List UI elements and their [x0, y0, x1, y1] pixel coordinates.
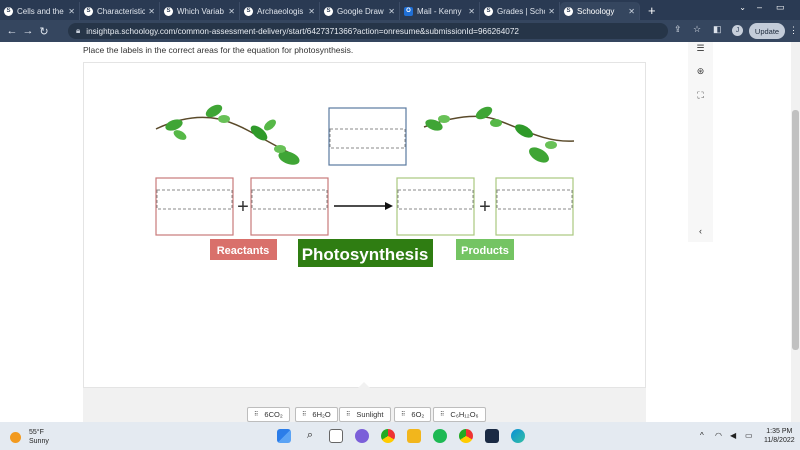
clock[interactable]: 1:35 PM 11/8/2022 [764, 427, 795, 445]
product-drop-zone-2[interactable] [495, 177, 574, 236]
vine-right-illustration [423, 106, 575, 163]
windows-start-icon[interactable] [277, 429, 291, 443]
drag-handle-icon[interactable]: ⠿ [440, 411, 444, 418]
plus-sign: + [237, 196, 249, 218]
teams-chat-icon[interactable] [355, 429, 369, 443]
drag-handle-icon[interactable]: ⠿ [401, 411, 405, 418]
notepad-icon[interactable]: ☰ [695, 43, 706, 54]
browser-tab[interactable]: S Archaeologis ✕ [240, 2, 320, 20]
weather-widget[interactable]: 55°F Sunny [10, 428, 49, 446]
browser-tab-active[interactable]: S Schoology ✕ [560, 2, 640, 20]
close-icon[interactable]: ✕ [148, 7, 155, 16]
tray-notch [358, 382, 370, 388]
answer-chip-sunlight[interactable]: ⠿ Sunlight [339, 407, 391, 422]
product-drop-zone-1[interactable] [396, 177, 475, 236]
scrollbar-thumb[interactable] [792, 110, 799, 350]
battery-icon[interactable]: ▭ [745, 431, 753, 440]
vine-left-illustration [155, 104, 300, 165]
chrome-icon[interactable] [381, 429, 395, 443]
close-icon[interactable]: ✕ [628, 7, 635, 16]
schoology-icon: S [564, 6, 573, 16]
schoology-icon: S [324, 6, 333, 16]
lock-icon: 🔒︎ [76, 26, 81, 35]
browser-tab[interactable]: S Characteristic ✕ [80, 2, 160, 20]
volume-icon[interactable]: ◀ [730, 431, 736, 440]
side-panel-icon[interactable]: ◧ [713, 24, 722, 35]
schoology-icon: S [244, 6, 253, 16]
outlook-icon: O [404, 6, 413, 16]
chevron-up-icon[interactable]: ^ [700, 431, 704, 440]
schoology-icon: S [484, 6, 493, 16]
close-icon[interactable]: ✕ [388, 7, 395, 16]
menu-icon[interactable]: ⋮ [789, 25, 798, 36]
bookmark-star-icon[interactable]: ☆ [693, 24, 701, 35]
plus-sign: + [479, 196, 491, 218]
windows-taskbar: 55°F Sunny ⌕ ^ ◠ ◀ ▭ 1:35 PM 11/8/2022 [0, 422, 800, 450]
answer-chip-6co2[interactable]: ⠿ 6CO₂ [247, 407, 290, 422]
close-icon[interactable]: ✕ [548, 7, 555, 16]
app-icon[interactable] [485, 429, 499, 443]
back-icon[interactable]: ← [4, 25, 20, 37]
collapse-chevron-icon[interactable]: ‹ [695, 225, 706, 236]
answer-chip-glucose[interactable]: ⠿ C₆H₁₂O₆ [433, 407, 486, 422]
question-panel: + + Reactants Photosynthesis Products [83, 62, 646, 388]
browser-tab[interactable]: O Mail - Kenny ✕ [400, 2, 480, 20]
drag-handle-icon[interactable]: ⠿ [254, 411, 258, 418]
schoology-icon: S [4, 6, 13, 16]
sunlight-drop-zone[interactable] [328, 107, 407, 166]
products-label: Products [461, 245, 509, 257]
edge-icon[interactable] [511, 429, 525, 443]
reactants-label: Reactants [217, 245, 270, 257]
page-content: Place the labels in the correct areas fo… [0, 42, 800, 422]
reaction-arrow [334, 202, 393, 210]
update-button[interactable]: Update [749, 23, 785, 39]
tools-sidebar: ☰ ⊛ ⛶ ‹ [688, 42, 713, 242]
browser-tab-bar: S Cells and the ✕ S Characteristic ✕ S Which … [0, 0, 800, 20]
close-icon[interactable]: ✕ [68, 7, 75, 16]
drag-handle-icon[interactable]: ⠿ [302, 411, 306, 418]
tab-search-icon[interactable]: ⌄ [739, 3, 746, 12]
spotify-icon[interactable] [433, 429, 447, 443]
restore-icon[interactable]: ▭ [776, 2, 785, 13]
forward-icon[interactable]: → [20, 25, 36, 37]
close-icon[interactable]: ✕ [308, 7, 315, 16]
avatar[interactable]: J [732, 25, 743, 36]
minimize-icon[interactable]: – [757, 2, 762, 12]
sun-icon [10, 431, 21, 443]
schoology-icon: S [84, 6, 93, 16]
page-scrollbar[interactable] [791, 42, 800, 422]
search-icon[interactable]: ⌕ [303, 429, 317, 443]
drag-handle-icon[interactable]: ⠿ [346, 411, 350, 418]
fullscreen-icon[interactable]: ⛶ [695, 90, 706, 101]
task-view-icon[interactable] [329, 429, 343, 443]
wifi-icon[interactable]: ◠ [715, 431, 722, 440]
browser-tab[interactable]: S Which Variab ✕ [160, 2, 240, 20]
answer-choices-tray: ⠿ 6CO₂ ⠿ 6H₂O ⠿ Sunlight ⠿ 6O₂ ⠿ C₆H₁₂O₆ [83, 382, 646, 422]
new-tab-button[interactable]: + [648, 3, 656, 18]
reactant-drop-zone-2[interactable] [250, 177, 329, 236]
close-icon[interactable]: ✕ [468, 7, 475, 16]
accessibility-icon[interactable]: ⊛ [695, 66, 706, 77]
photosynthesis-label: Photosynthesis [302, 245, 429, 264]
reload-icon[interactable]: ↻ [36, 25, 52, 38]
answer-chip-6o2[interactable]: ⠿ 6O₂ [394, 407, 432, 422]
chrome-icon[interactable] [459, 429, 473, 443]
schoology-icon: S [164, 6, 173, 16]
file-explorer-icon[interactable] [407, 429, 421, 443]
browser-tab[interactable]: S Cells and the ✕ [0, 2, 80, 20]
answer-chip-6h2o[interactable]: ⠿ 6H₂O [295, 407, 338, 422]
share-icon[interactable]: ⇪ [674, 24, 682, 35]
browser-toolbar: ← → ↻ 🔒︎ insightpa.schoology.com/common-… [0, 20, 800, 42]
address-bar[interactable]: 🔒︎ insightpa.schoology.com/common-assess… [68, 23, 668, 39]
question-instruction: Place the labels in the correct areas fo… [83, 45, 354, 55]
browser-tab[interactable]: S Google Draw ✕ [320, 2, 400, 20]
close-icon[interactable]: ✕ [228, 7, 235, 16]
browser-tab[interactable]: S Grades | Scho ✕ [480, 2, 560, 20]
photosynthesis-diagram: + + Reactants Photosynthesis Products [155, 104, 575, 267]
reactant-drop-zone-1[interactable] [155, 177, 234, 236]
